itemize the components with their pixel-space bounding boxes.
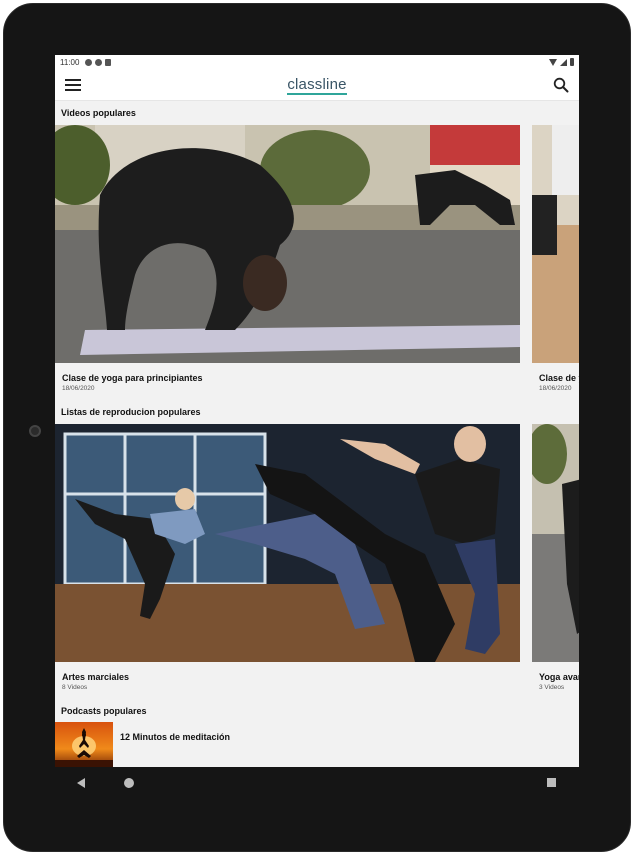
playlist-card-martial-arts[interactable]: Artes marciales 8 Videos [55, 424, 520, 694]
notification-icon [85, 58, 93, 66]
system-icons [549, 58, 574, 66]
playlist-title: Artes marciales [62, 672, 130, 682]
video-date: 18/06/2020 [62, 385, 95, 392]
system-nav-bar [55, 767, 579, 801]
playlist-card-yoga[interactable]: Yoga avar 3 Videos [532, 424, 579, 694]
video-card-yoga[interactable]: Clase de yoga para principiantes 18/06/2… [55, 125, 520, 395]
playlist-count: 8 Videos [62, 684, 88, 691]
app-bar: classline [55, 69, 579, 101]
playlist-thumbnail [55, 424, 520, 662]
video-title: Clase de y [539, 373, 579, 383]
storage-icon [105, 58, 112, 66]
playlist-thumbnail [532, 424, 579, 662]
podcast-item[interactable]: 12 Minutos de meditación [55, 722, 579, 767]
search-icon[interactable] [553, 77, 569, 93]
video-thumbnail [532, 125, 579, 363]
section-title-popular-videos: Videos populares [61, 108, 136, 118]
playlist-title: Yoga avar [539, 672, 579, 682]
wifi-icon [549, 58, 557, 66]
podcast-title: 12 Minutos de meditación [120, 732, 231, 742]
home-icon[interactable] [124, 778, 134, 788]
battery-icon [570, 58, 574, 66]
front-camera [29, 425, 41, 437]
status-time: 11:00 [60, 57, 80, 67]
video-title: Clase de yoga para principiantes [62, 373, 203, 383]
app-logo: classline [55, 76, 579, 95]
section-title-popular-podcasts: Podcasts populares [61, 706, 147, 716]
back-icon[interactable] [77, 778, 85, 788]
video-date: 18/06/2020 [539, 385, 572, 392]
section-title-popular-playlists: Listas de reproducion populares [61, 407, 201, 417]
logo-text: classline [287, 76, 347, 95]
status-bar: 11:00 [55, 55, 579, 69]
signal-icon [560, 58, 567, 66]
recents-icon[interactable] [547, 778, 556, 787]
video-thumbnail [55, 125, 520, 363]
podcast-thumbnail [55, 722, 113, 767]
playlist-count: 3 Videos [539, 684, 565, 691]
notification-icons [85, 58, 112, 66]
notification-icon [95, 58, 103, 66]
app-screen: 11:00 classline Videos populares Clase d… [55, 55, 579, 767]
video-card-second[interactable]: Clase de y 18/06/2020 [532, 125, 579, 395]
